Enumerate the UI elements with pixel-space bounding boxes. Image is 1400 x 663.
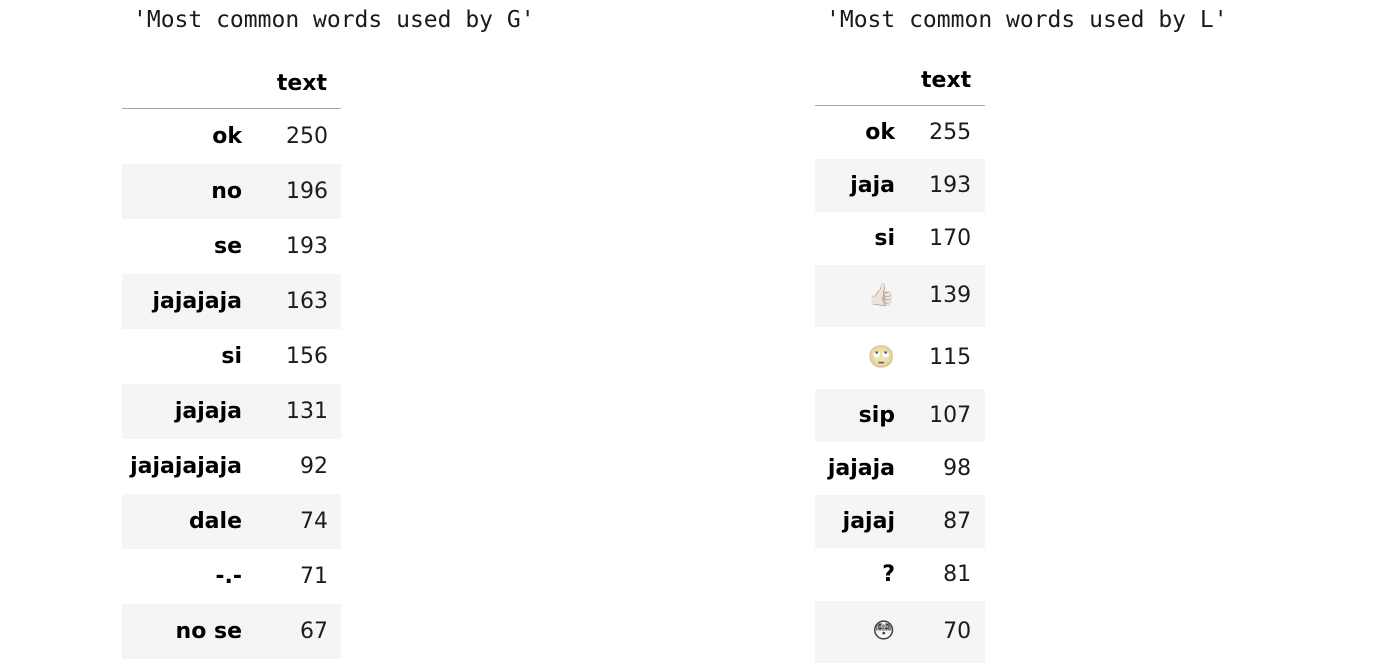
row-count: 92 (300, 454, 328, 479)
row-count: 193 (929, 172, 972, 198)
row-count: 98 (943, 455, 972, 481)
row-word: sip (858, 402, 895, 428)
row-word: jajajajaja (130, 454, 242, 479)
row-word: si (874, 225, 895, 251)
row-count: 131 (286, 399, 328, 424)
table-row: 😳 70 (815, 600, 986, 663)
row-word: -.- (215, 564, 242, 589)
column-header-text: text (270, 50, 341, 109)
table-caption-g: 'Most common words used by G' (133, 7, 535, 33)
table-row: -.- 71 (122, 549, 341, 604)
row-count: 255 (929, 119, 972, 145)
row-count: 87 (943, 508, 972, 534)
table-row: ? 81 (815, 548, 985, 601)
row-count: 193 (286, 234, 328, 259)
row-count: 139 (929, 283, 972, 308)
row-word: 😳 (815, 601, 921, 663)
word-count-table-g: text ok 250 no 196 se 193 jajajaja 163 si 156… (122, 50, 341, 659)
row-count: 163 (286, 289, 328, 314)
table-caption-l: 'Most common words used by L' (826, 7, 1228, 33)
row-count: 70 (943, 619, 972, 644)
table-row: no se 67 (122, 604, 341, 659)
thumbs-up-emoji-icon: 👍🏻 (867, 283, 895, 308)
table-row: se 193 (122, 219, 341, 274)
word-count-table-l: text ok 255 jaja 193 si 170 👍🏻 139 🙄 115 sip 1… (815, 50, 986, 663)
row-word: jajaja (174, 399, 242, 424)
row-word: jaja (850, 172, 895, 198)
table-row: dale 74 (122, 494, 341, 549)
table-row: 👍🏻 139 (815, 264, 986, 327)
table-row: ok 250 (122, 109, 341, 165)
eye-roll-emoji-icon: 🙄 (867, 345, 895, 370)
row-word: ok (212, 124, 242, 149)
table-row: jajajaja 163 (122, 274, 341, 329)
row-word: dale (188, 509, 242, 534)
column-header-text: text (921, 50, 986, 106)
table-row: si 170 (815, 212, 985, 265)
table-row: jajaja 98 (815, 442, 985, 495)
table-row: no 196 (122, 164, 341, 219)
row-word: ok (865, 119, 895, 145)
table-row: si 156 (122, 329, 341, 384)
row-count: 74 (300, 509, 328, 534)
table-row: ok 255 (815, 106, 985, 159)
row-word: jajaj (842, 508, 895, 534)
table-row: jaja 193 (815, 158, 986, 212)
row-count: 156 (286, 344, 328, 369)
row-count: 196 (286, 179, 328, 204)
table-row: jajajajaja 92 (122, 439, 341, 494)
index-header (122, 50, 270, 109)
flushed-face-emoji-icon: 😳 (872, 619, 895, 644)
index-header (815, 50, 921, 106)
row-count: 250 (286, 124, 328, 149)
row-count: 115 (929, 345, 972, 370)
row-word: ? (882, 561, 895, 587)
table-row: jajaja 131 (122, 384, 341, 439)
row-word: 👍🏻 (815, 265, 921, 327)
row-count: 107 (929, 402, 972, 428)
row-word: si (221, 344, 242, 369)
row-count: 81 (943, 561, 972, 587)
row-word: se (213, 234, 242, 259)
table-row: jajaj 87 (815, 494, 986, 548)
row-word: no se (175, 619, 242, 644)
row-count: 170 (929, 225, 972, 251)
row-word: no (211, 179, 242, 204)
row-word: jajajaja (152, 289, 242, 314)
row-count: 67 (300, 619, 328, 644)
row-word: 🙄 (815, 327, 921, 389)
row-word: jajaja (827, 455, 895, 481)
table-row: sip 107 (815, 388, 986, 442)
table-row: 🙄 115 (815, 327, 985, 389)
row-count: 71 (300, 564, 328, 589)
